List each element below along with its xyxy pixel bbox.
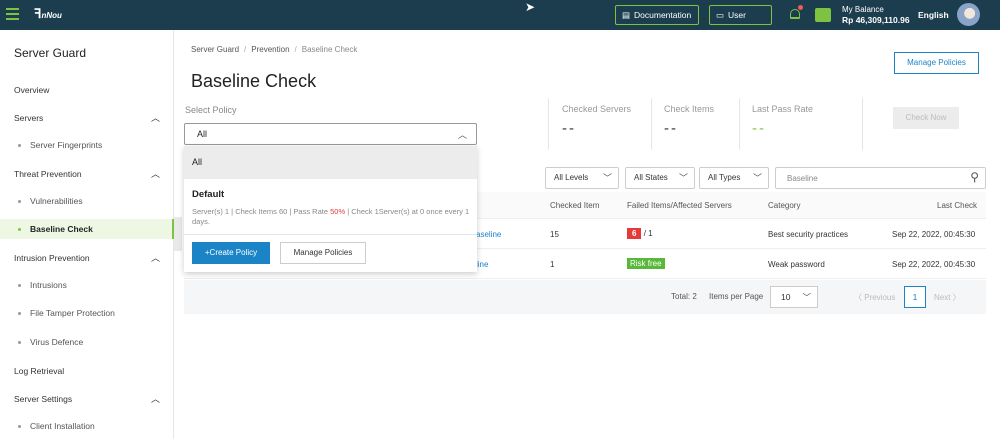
sidebar-item-file-tamper-protection[interactable]: File Tamper Protection [0, 303, 174, 323]
baseline-name-link[interactable]: line [476, 260, 488, 269]
sidebar-item-intrusion-prevention[interactable]: Intrusion Prevention ︿ [0, 248, 174, 268]
chevron-up-icon: ︿ [150, 113, 160, 123]
search-icon[interactable]: ⚲ [970, 170, 979, 184]
sidebar-item-baseline-check[interactable]: Baseline Check [0, 219, 174, 239]
policy-option-all[interactable]: All [184, 146, 477, 179]
sidebar-item-virus-defence[interactable]: Virus Defence [0, 332, 174, 352]
page-number-button[interactable]: 1 [904, 286, 926, 308]
document-icon: ▤ [622, 10, 631, 20]
stat-checked-servers: Checked Servers -- [562, 104, 632, 137]
manage-policies-button[interactable]: Manage Policies [894, 52, 979, 74]
chevron-down-icon: ﹀ [802, 292, 811, 302]
failed-items[interactable]: 6 / 1 [627, 228, 653, 239]
sidebar-item-client-installation[interactable]: Client Installation [0, 416, 174, 436]
sidebar-item-overview[interactable]: Overview [0, 80, 174, 100]
chevron-up-icon: ︿ [150, 169, 160, 179]
sidebar-item-threat-prevention[interactable]: Threat Prevention ︿ [0, 164, 174, 184]
sidebar-item-log-retrieval[interactable]: Log Retrieval [0, 361, 174, 381]
chevron-down-icon: ﹀ [678, 173, 688, 183]
top-bar: ꟻnNou ➤ ▤ Documentation ▭ User Center My B… [0, 0, 1000, 38]
balance[interactable]: My Balance Rp 46,309,110.96 [842, 4, 910, 26]
sidebar-item-servers[interactable]: Servers ︿ [0, 108, 174, 128]
states-filter[interactable]: All States ﹀ [625, 167, 695, 189]
menu-icon[interactable] [6, 8, 19, 20]
sidebar-item-vulnerabilities[interactable]: Vulnerabilities [0, 191, 174, 211]
baseline-name-link[interactable]: aseline [476, 230, 501, 239]
chevron-right-icon: 〉 [950, 293, 961, 302]
breadcrumb: Server Guard / Prevention / Baseline Check [191, 45, 358, 54]
chevron-left-icon: 〈 [854, 293, 865, 302]
sidebar-collapse-handle[interactable] [174, 217, 182, 251]
status-badge: Risk free [627, 258, 665, 269]
avatar[interactable] [957, 3, 980, 26]
sidebar: Server Guard Overview Servers ︿ Server Fi… [0, 30, 174, 439]
policy-option-default[interactable]: Default [192, 189, 224, 200]
previous-page-button[interactable]: 〈 Previous [854, 292, 895, 303]
chevron-up-icon: ︿ [150, 253, 160, 263]
levels-filter[interactable]: All Levels ﹀ [545, 167, 619, 189]
stat-last-pass-rate: Last Pass Rate -- [752, 104, 814, 137]
sidebar-item-intrusions[interactable]: Intrusions [0, 275, 174, 295]
logo[interactable]: ꟻnNou [34, 6, 62, 22]
types-filter[interactable]: All Types ﹀ [699, 167, 769, 189]
monitor-icon: ▭ [716, 10, 725, 20]
divider [548, 98, 549, 150]
chevron-down-icon: ﹀ [752, 173, 762, 183]
divider [184, 234, 477, 235]
select-policy-label: Select Policy [185, 105, 237, 115]
user-center-button[interactable]: ▭ User Center [709, 5, 772, 38]
page-title: Baseline Check [191, 71, 317, 91]
policy-dropdown: All Default Server(s) 1 | Check Items 60… [184, 146, 477, 272]
create-policy-button[interactable]: +Create Policy [192, 242, 270, 264]
breadcrumb-item[interactable]: Prevention [251, 45, 289, 54]
sidebar-item-server-fingerprints[interactable]: Server Fingerprints [0, 135, 174, 155]
divider [651, 98, 652, 150]
stat-check-items: Check Items -- [664, 104, 715, 137]
breadcrumb-item[interactable]: Server Guard [191, 45, 239, 54]
manage-policies-button[interactable]: Manage Policies [280, 242, 366, 264]
sidebar-item-server-settings[interactable]: Server Settings ︿ [0, 389, 174, 409]
divider [739, 98, 740, 150]
divider [862, 98, 863, 150]
wallet-icon[interactable] [815, 8, 831, 22]
search-input[interactable]: Baseline ⚲ [775, 167, 986, 189]
mouse-cursor-icon: ➤ [525, 0, 536, 14]
policy-select[interactable]: All ︿ [184, 123, 477, 145]
chevron-up-icon: ︿ [150, 394, 160, 404]
chevron-down-icon: ﹀ [602, 173, 612, 183]
bell-icon[interactable] [788, 5, 803, 22]
items-per-page-label: Items per Page [709, 292, 764, 301]
page-size-select[interactable]: 10 ﹀ [770, 286, 818, 308]
language-selector[interactable]: English [918, 10, 949, 20]
documentation-button[interactable]: ▤ Documentation [615, 5, 699, 25]
sidebar-title: Server Guard [14, 46, 87, 60]
total-count: Total: 2 [671, 292, 697, 301]
next-page-button[interactable]: Next 〉 [934, 292, 961, 303]
chevron-up-icon: ︿ [457, 130, 467, 140]
breadcrumb-item: Baseline Check [301, 45, 358, 54]
policy-description: Server(s) 1 | Check Items 60 | Pass Rate… [192, 207, 470, 226]
check-now-button[interactable]: Check Now [893, 107, 959, 129]
